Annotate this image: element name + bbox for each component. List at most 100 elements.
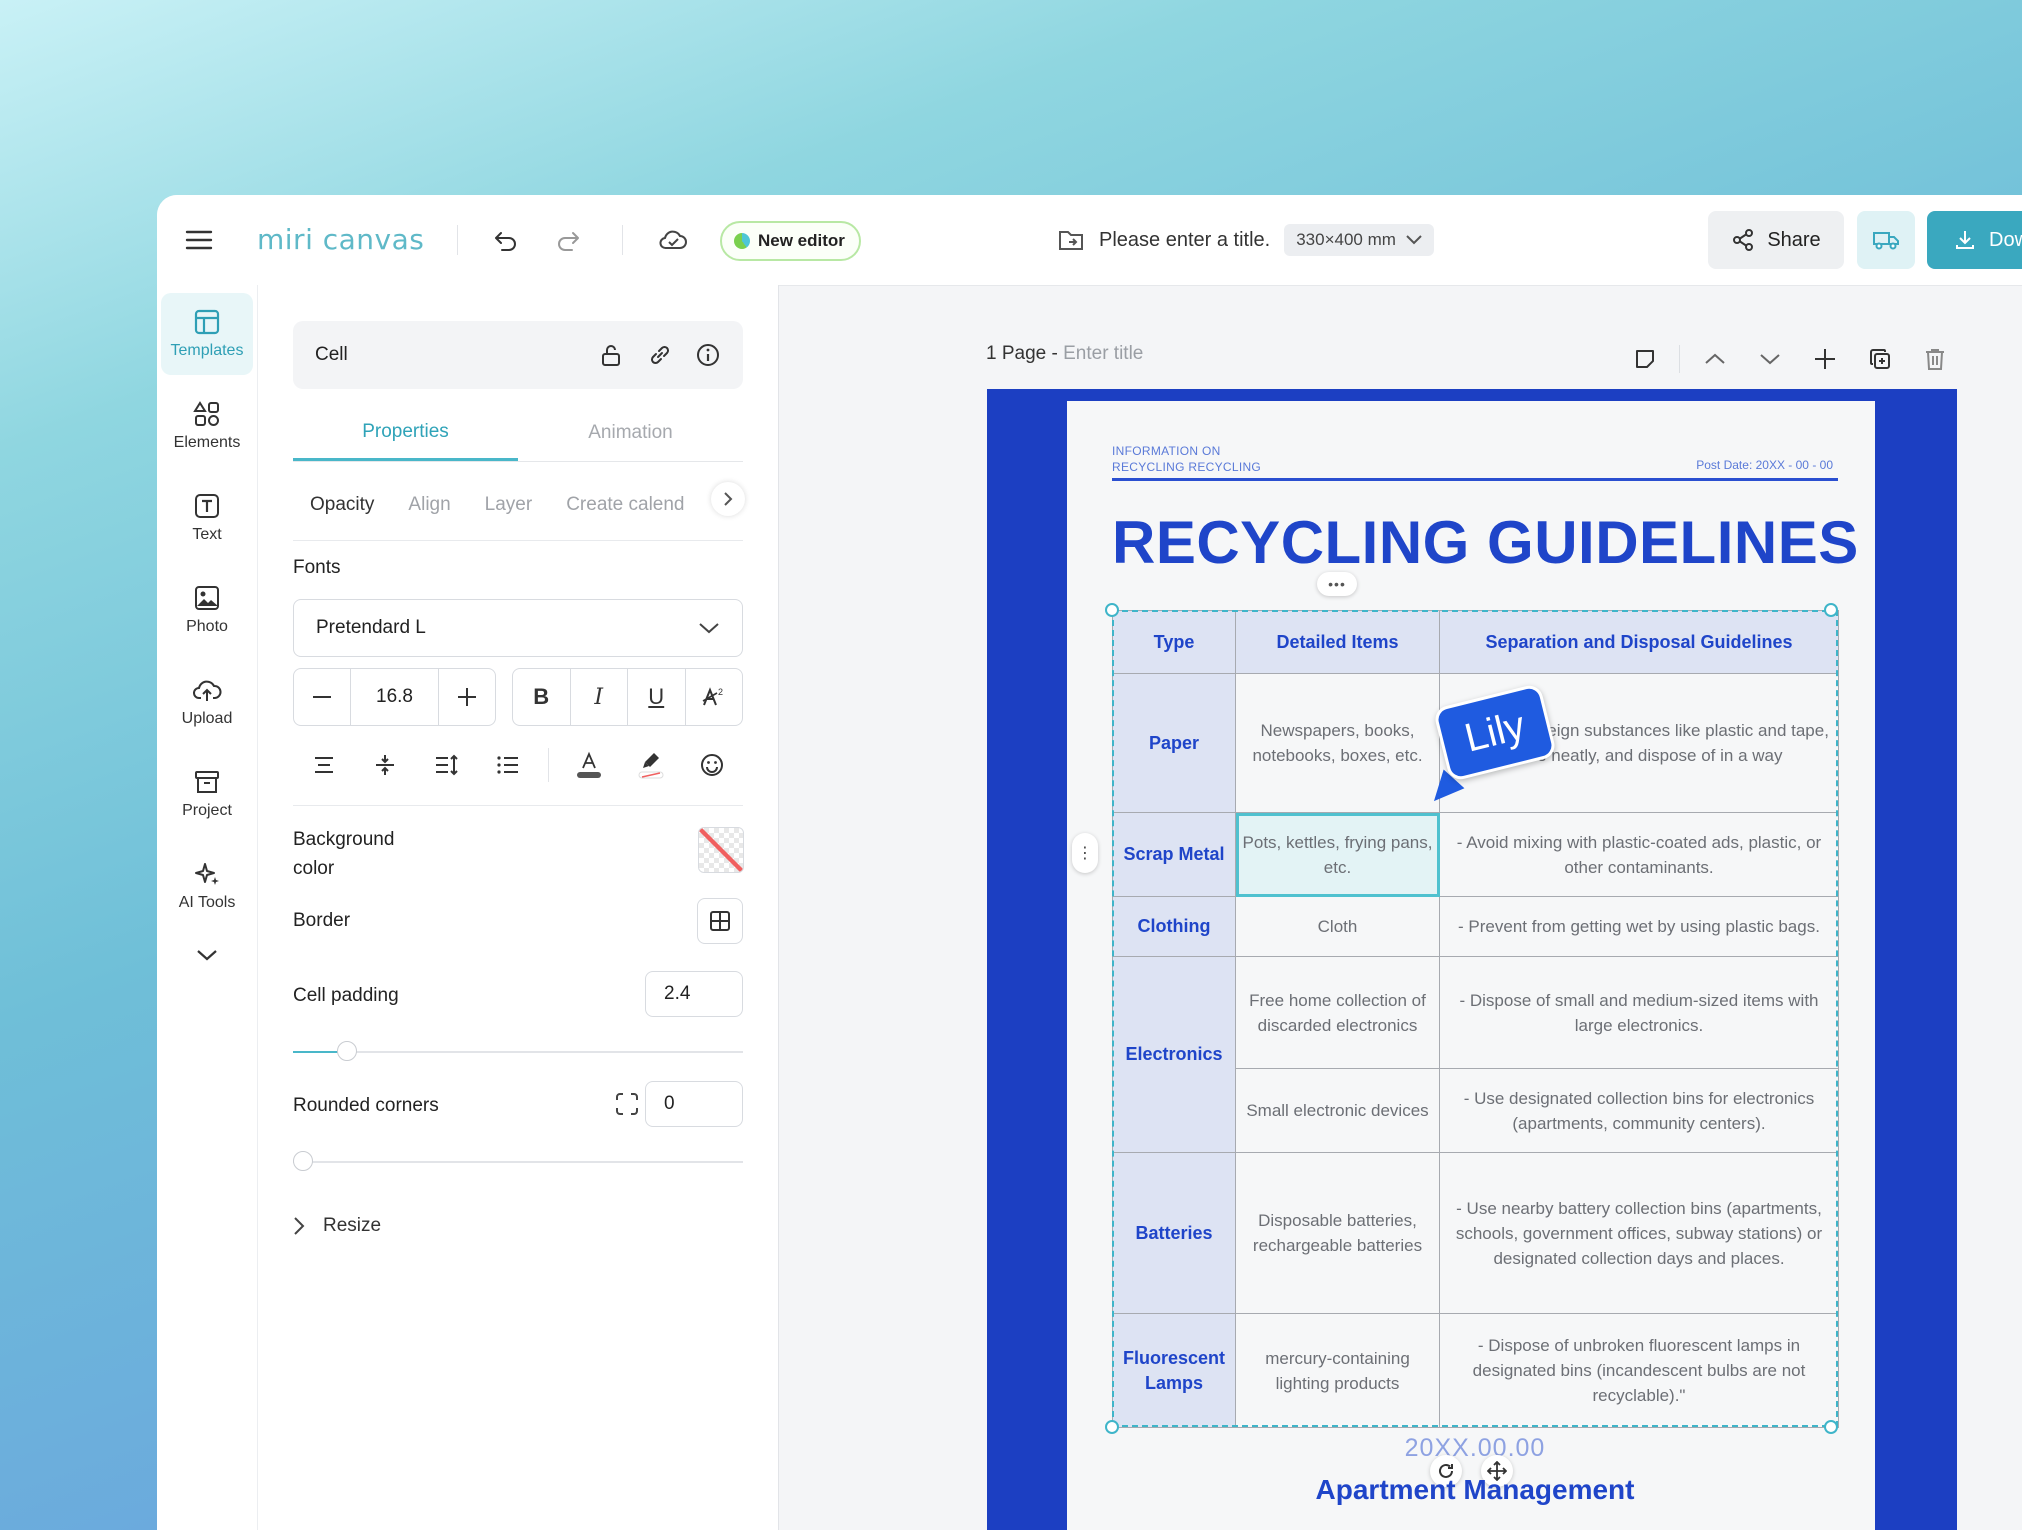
rail-item-photo[interactable]: Photo xyxy=(161,569,253,651)
line-height-button[interactable] xyxy=(416,753,478,777)
page-size-select[interactable]: 330×400 mm xyxy=(1284,224,1434,256)
column-header[interactable]: Separation and Disposal Guidelines xyxy=(1439,610,1839,674)
download-button[interactable]: Dow xyxy=(1927,211,2022,269)
undo-icon[interactable] xyxy=(490,224,522,256)
border-grid-icon xyxy=(710,911,730,931)
guideline-cell[interactable]: - Prevent from getting wet by using plas… xyxy=(1439,896,1839,957)
selected-items-cell[interactable]: Pots, kettles, frying pans, etc. xyxy=(1235,812,1440,897)
type-cell[interactable]: Electronics xyxy=(1112,956,1236,1153)
text-align-icon xyxy=(314,757,333,773)
document-title-input[interactable]: Please enter a title. xyxy=(1099,229,1270,252)
subtab-opacity[interactable]: Opacity xyxy=(310,494,374,516)
delete-page-button[interactable] xyxy=(1907,347,1962,371)
slider-knob[interactable] xyxy=(337,1041,357,1061)
rail-label: Elements xyxy=(173,434,241,451)
column-header[interactable]: Detailed Items xyxy=(1235,610,1440,674)
rail-item-ai-tools[interactable]: AI Tools xyxy=(161,845,253,927)
menu-icon[interactable] xyxy=(183,224,215,256)
share-button[interactable]: Share xyxy=(1708,211,1844,269)
page-note-button[interactable] xyxy=(1617,347,1672,371)
items-cell[interactable]: Newspapers, books, notebooks, boxes, etc… xyxy=(1235,673,1440,813)
items-cell[interactable]: Small electronic devices xyxy=(1235,1068,1440,1153)
list-icon xyxy=(497,756,519,774)
align-center-button[interactable] xyxy=(293,754,355,776)
rounded-corners-input[interactable]: 0 xyxy=(645,1081,743,1127)
resize-handle[interactable] xyxy=(1105,1420,1119,1434)
resize-handle[interactable] xyxy=(1824,1420,1838,1434)
items-cell[interactable]: Free home collection of discarded electr… xyxy=(1235,956,1440,1069)
rail-item-elements[interactable]: Elements xyxy=(161,385,253,467)
subtab-align[interactable]: Align xyxy=(408,494,450,516)
bold-button[interactable]: B xyxy=(513,669,571,725)
fonts-label: Fonts xyxy=(293,557,341,578)
underline-button[interactable]: U xyxy=(628,669,686,725)
resize-section[interactable]: Resize xyxy=(293,1215,381,1237)
items-cell[interactable]: mercury-containing lighting products xyxy=(1235,1313,1440,1428)
highlight-color-button[interactable] xyxy=(620,750,682,780)
text-color-button[interactable] xyxy=(559,750,621,780)
increase-font-size-button[interactable] xyxy=(439,669,495,725)
italic-button[interactable]: I xyxy=(571,669,628,725)
type-cell[interactable]: Clothing xyxy=(1112,896,1236,957)
plus-icon xyxy=(458,688,476,706)
font-size-input[interactable]: 16.8 xyxy=(350,669,439,725)
type-cell[interactable]: Batteries xyxy=(1112,1152,1236,1314)
subtabs-scroll-right[interactable] xyxy=(711,482,745,516)
guideline-cell[interactable]: - Avoid mixing with plastic-coated ads, … xyxy=(1439,812,1839,897)
items-cell[interactable]: Disposable batteries, rechargeable batte… xyxy=(1235,1152,1440,1314)
type-cell[interactable]: Scrap Metal xyxy=(1112,812,1236,897)
font-family-value: Pretendard L xyxy=(316,617,426,638)
guideline-cell[interactable]: - Use nearby battery collection bins (ap… xyxy=(1439,1152,1839,1314)
list-button[interactable] xyxy=(478,754,540,776)
vertical-align-button[interactable] xyxy=(355,753,417,777)
table-options-handle[interactable]: ••• xyxy=(1317,572,1357,596)
cell-padding-input[interactable]: 2.4 xyxy=(645,971,743,1017)
duplicate-page-button[interactable] xyxy=(1852,347,1907,371)
page-title-input[interactable]: Enter title xyxy=(1063,343,1143,364)
items-cell[interactable]: Cloth xyxy=(1235,896,1440,957)
rail-item-text[interactable]: Text xyxy=(161,477,253,559)
tab-properties[interactable]: Properties xyxy=(293,405,518,461)
rounded-corners-slider[interactable] xyxy=(293,1151,743,1171)
print-order-button[interactable] xyxy=(1857,211,1915,269)
rail-more-button[interactable] xyxy=(161,925,253,985)
row-options-handle[interactable]: ⋮ xyxy=(1072,833,1098,873)
info-icon[interactable] xyxy=(695,342,721,368)
border-button[interactable] xyxy=(697,898,743,944)
type-cell[interactable]: Paper xyxy=(1112,673,1236,813)
font-family-select[interactable]: Pretendard L xyxy=(293,599,743,657)
emoji-button[interactable] xyxy=(682,752,744,778)
document-date[interactable]: 20XX.00.00 xyxy=(1112,1434,1838,1463)
tab-animation[interactable]: Animation xyxy=(518,405,743,461)
new-editor-badge[interactable]: New editor xyxy=(720,221,861,261)
duplicate-icon xyxy=(1869,349,1890,369)
page-up-button[interactable] xyxy=(1687,353,1742,365)
guideline-cell[interactable]: - Use designated collection bins for ele… xyxy=(1439,1068,1839,1153)
rail-item-templates[interactable]: Templates xyxy=(161,293,253,375)
rail-item-upload[interactable]: Upload xyxy=(161,661,253,743)
resize-handle[interactable] xyxy=(1105,603,1119,617)
rail-label: AI Tools xyxy=(178,894,236,911)
subtab-layer[interactable]: Layer xyxy=(485,494,533,516)
resize-handle[interactable] xyxy=(1824,603,1838,617)
subtab-create-calendar[interactable]: Create calend xyxy=(566,494,684,516)
background-color-swatch[interactable] xyxy=(698,827,744,873)
document-title[interactable]: RECYCLING GUIDELINES xyxy=(1112,508,1859,577)
rail-label: Upload xyxy=(181,710,233,727)
decrease-font-size-button[interactable] xyxy=(294,669,350,725)
redo-icon[interactable] xyxy=(552,224,584,256)
unlock-icon[interactable] xyxy=(599,342,625,368)
guideline-cell[interactable]: - Dispose of small and medium-sized item… xyxy=(1439,956,1839,1069)
cloud-save-icon[interactable] xyxy=(657,224,689,256)
footer-organization[interactable]: Apartment Management xyxy=(1112,1474,1838,1506)
column-header[interactable]: Type xyxy=(1112,610,1236,674)
text-effects-button[interactable]: 2 xyxy=(686,669,743,725)
page-down-button[interactable] xyxy=(1742,353,1797,365)
cell-padding-slider[interactable] xyxy=(293,1041,743,1061)
rail-item-project[interactable]: Project xyxy=(161,753,253,835)
guideline-cell[interactable]: - Dispose of unbroken fluorescent lamps … xyxy=(1439,1313,1839,1428)
type-cell[interactable]: Fluorescent Lamps xyxy=(1112,1313,1236,1428)
slider-knob[interactable] xyxy=(293,1151,313,1171)
add-page-button[interactable] xyxy=(1797,348,1852,370)
link-icon[interactable] xyxy=(647,342,673,368)
